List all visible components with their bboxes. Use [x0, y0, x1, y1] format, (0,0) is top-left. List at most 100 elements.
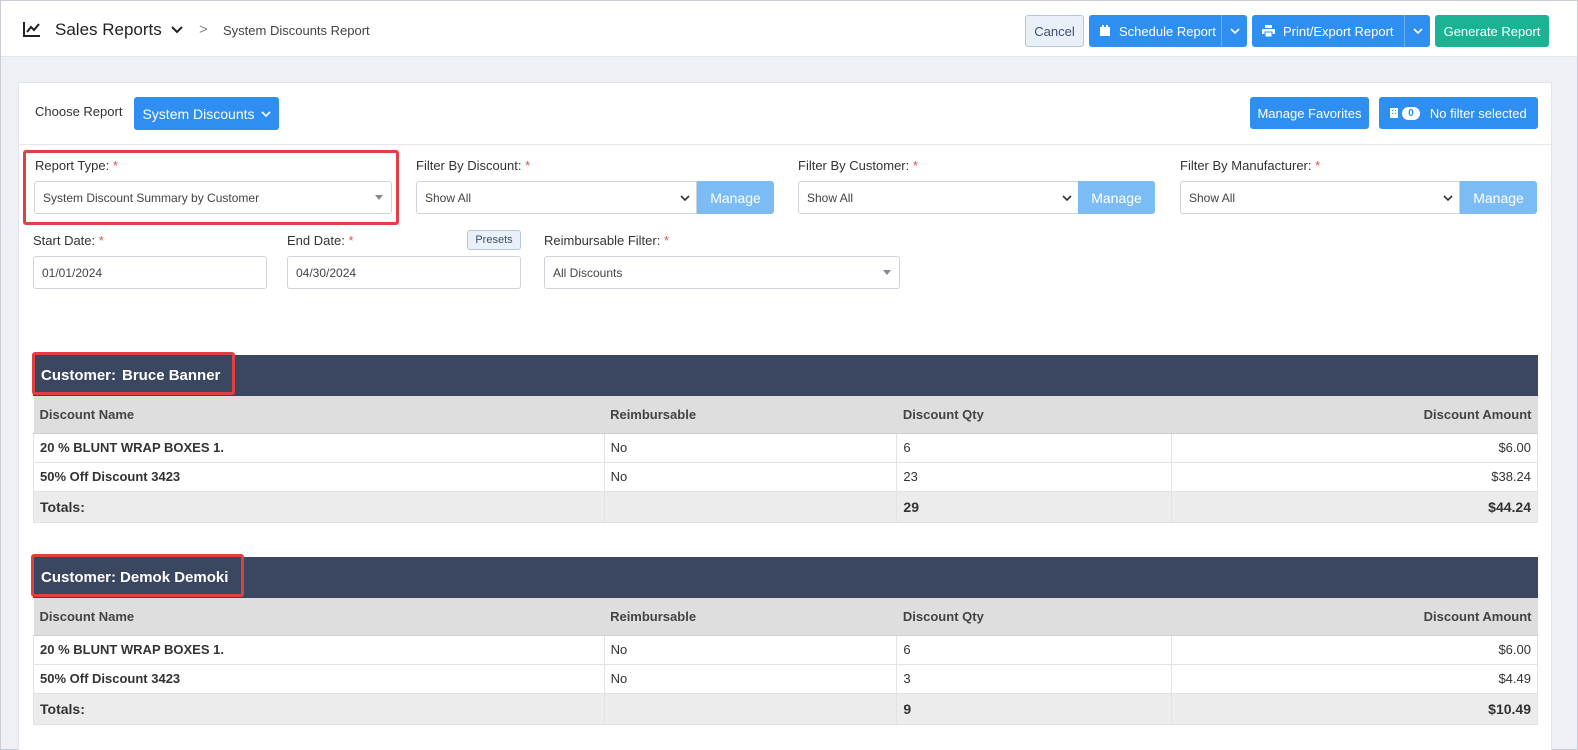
reimbursable-cell: No	[603, 461, 898, 492]
qty-cell: 3	[896, 663, 1173, 694]
highlight-box-customer	[32, 352, 235, 395]
column-header[interactable]: Discount Qty	[896, 598, 1172, 636]
reimbursable-filter-value: All Discounts	[553, 265, 623, 280]
discount-filter-select[interactable]: Show All	[416, 181, 697, 214]
filter-count-badge: 0	[1402, 106, 1420, 120]
discount-name-cell: 50% Off Discount 3423	[33, 663, 605, 694]
schedule-dropdown-toggle[interactable]	[1221, 15, 1247, 47]
totals-qty: 29	[896, 490, 1173, 523]
customer-discount-table: Discount Name Reimbursable Discount Qty …	[33, 598, 1538, 725]
manufacturer-filter-select[interactable]: Show All	[1180, 181, 1460, 214]
reimbursable-cell: No	[603, 634, 898, 665]
cancel-button[interactable]: Cancel	[1025, 15, 1084, 47]
column-header[interactable]: Discount Qty	[896, 396, 1172, 434]
column-header[interactable]: Reimbursable	[604, 598, 897, 636]
report-panel: Choose Report System Discounts Manage Fa…	[18, 82, 1552, 750]
chevron-down-icon	[1443, 195, 1453, 202]
top-bar: Sales Reports > System Discounts Report …	[1, 1, 1577, 57]
filter-status-button[interactable]: 0 No filter selected	[1379, 97, 1538, 129]
page-title: Sales Reports	[55, 20, 162, 39]
table-row: 20 % BLUNT WRAP BOXES 1. No 6 $6.00	[33, 432, 1538, 463]
totals-qty: 9	[896, 692, 1173, 725]
qty-cell: 23	[896, 461, 1173, 492]
discount-name-cell: 20 % BLUNT WRAP BOXES 1.	[33, 634, 605, 665]
presets-button[interactable]: Presets	[467, 230, 521, 250]
qty-cell: 6	[896, 634, 1173, 665]
column-header[interactable]: Discount Name	[33, 396, 605, 434]
totals-empty-cell	[603, 490, 898, 523]
qty-cell: 6	[896, 432, 1173, 463]
start-date-value: 01/01/2024	[42, 265, 103, 280]
breadcrumb-separator: >	[199, 21, 208, 38]
reimbursable-cell: No	[603, 432, 898, 463]
manage-discount-button[interactable]: Manage	[697, 181, 774, 214]
end-date-value: 04/30/2024	[296, 265, 357, 280]
building-icon	[1390, 108, 1399, 118]
start-date-label: Start Date: *	[33, 233, 104, 248]
totals-empty-cell	[603, 692, 898, 725]
totals-row: Totals: 29 $44.24	[33, 490, 1538, 523]
customer-filter-select[interactable]: Show All	[798, 181, 1079, 214]
totals-label: Totals:	[33, 490, 605, 523]
chevron-down-icon	[680, 195, 690, 202]
manufacturer-filter-label: Filter By Manufacturer: *	[1180, 158, 1321, 173]
table-header-row: Discount Name Reimbursable Discount Qty …	[33, 598, 1538, 636]
table-row: 50% Off Discount 3423 No 3 $4.49	[33, 663, 1538, 694]
manage-manufacturer-button[interactable]: Manage	[1460, 181, 1537, 214]
generate-report-button[interactable]: Generate Report	[1435, 15, 1549, 47]
manage-customer-button[interactable]: Manage	[1078, 181, 1155, 214]
discount-filter-label: Filter By Discount: *	[416, 158, 531, 173]
printer-icon	[1262, 25, 1275, 37]
end-date-input[interactable]: 04/30/2024	[287, 256, 521, 289]
column-header[interactable]: Discount Amount	[1171, 396, 1538, 434]
totals-amount: $10.49	[1171, 692, 1538, 725]
choose-report-dropdown[interactable]: System Discounts	[134, 97, 279, 130]
chevron-down-icon	[1062, 195, 1072, 202]
highlight-box-report-type	[23, 150, 399, 225]
print-export-label: Print/Export Report	[1283, 23, 1394, 39]
amount-cell: $6.00	[1171, 432, 1538, 463]
amount-cell: $4.49	[1171, 663, 1538, 694]
manage-favorites-button[interactable]: Manage Favorites	[1250, 97, 1369, 129]
column-header[interactable]: Discount Amount	[1171, 598, 1538, 636]
customer-discount-table: Discount Name Reimbursable Discount Qty …	[33, 396, 1538, 523]
highlight-box-customer	[31, 554, 244, 597]
schedule-report-label: Schedule Report	[1119, 23, 1216, 39]
table-row: 20 % BLUNT WRAP BOXES 1. No 6 $6.00	[33, 634, 1538, 665]
chevron-down-icon	[1412, 28, 1423, 35]
table-header-row: Discount Name Reimbursable Discount Qty …	[33, 396, 1538, 434]
customer-filter-value: Show All	[807, 190, 854, 205]
totals-label: Totals:	[33, 692, 605, 725]
totals-amount: $44.24	[1171, 490, 1538, 523]
reimbursable-filter-select[interactable]: All Discounts	[544, 256, 900, 289]
customer-header: Customer: Demok Demoki	[33, 557, 1538, 598]
dropdown-arrow-icon	[883, 270, 891, 275]
column-header[interactable]: Discount Name	[33, 598, 605, 636]
choose-report-label: Choose Report	[35, 104, 123, 119]
discount-filter-value: Show All	[425, 190, 472, 205]
chevron-down-icon	[1229, 28, 1240, 35]
manufacturer-filter-value: Show All	[1189, 190, 1236, 205]
table-row: 50% Off Discount 3423 No 23 $38.24	[33, 461, 1538, 492]
filter-status-label: No filter selected	[1429, 105, 1527, 121]
print-export-button[interactable]: Print/Export Report	[1252, 15, 1430, 47]
totals-row: Totals: 9 $10.49	[33, 692, 1538, 725]
chevron-down-icon	[260, 110, 271, 117]
calendar-icon	[1100, 25, 1110, 36]
column-header[interactable]: Reimbursable	[604, 396, 897, 434]
discount-name-cell: 20 % BLUNT WRAP BOXES 1.	[33, 432, 605, 463]
choose-report-value: System Discounts	[142, 105, 255, 122]
customer-header: Customer: Bruce Banner	[33, 355, 1538, 396]
end-date-label: End Date: *	[287, 233, 354, 248]
chevron-down-icon[interactable]	[171, 25, 183, 35]
print-dropdown-toggle[interactable]	[1404, 15, 1430, 47]
start-date-input[interactable]: 01/01/2024	[33, 256, 267, 289]
customer-filter-label: Filter By Customer: *	[798, 158, 918, 173]
chart-line-icon	[23, 22, 40, 37]
divider	[19, 144, 1551, 145]
amount-cell: $38.24	[1171, 461, 1538, 492]
schedule-report-button[interactable]: Schedule Report	[1089, 15, 1247, 47]
discount-name-cell: 50% Off Discount 3423	[33, 461, 605, 492]
reimbursable-filter-label: Reimbursable Filter: *	[544, 233, 670, 248]
breadcrumb[interactable]: System Discounts Report	[223, 23, 370, 38]
